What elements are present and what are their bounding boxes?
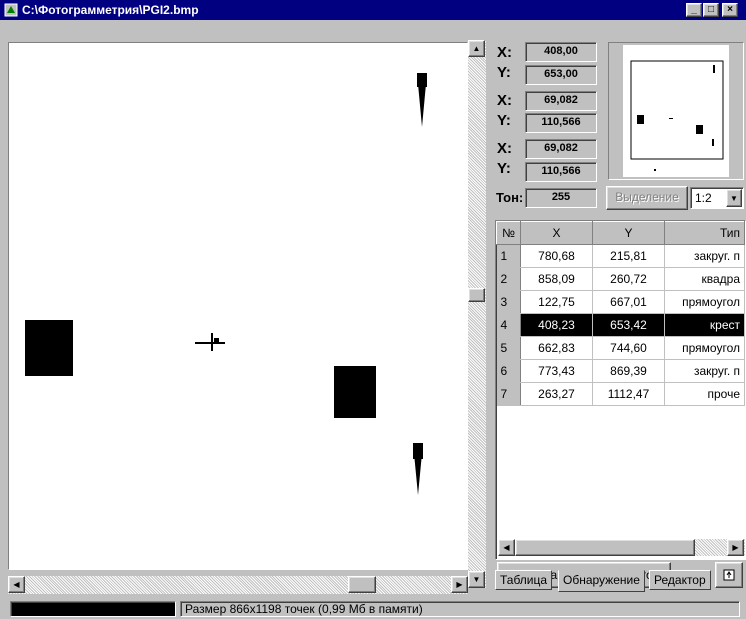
table-cell[interactable]: 408,23 [520, 313, 593, 337]
table-cell[interactable]: закруг. п [664, 244, 745, 268]
table-cell[interactable]: 653,42 [592, 313, 665, 337]
table-cell[interactable]: 667,01 [592, 290, 665, 314]
tone-value: 255 [525, 188, 597, 208]
vertical-scrollbar[interactable]: ▲ ▼ [468, 40, 486, 588]
tone-label: Тон: [496, 190, 524, 205]
table-cell[interactable]: 773,43 [520, 359, 593, 383]
table-horizontal-scrollbar[interactable]: ◀ ▶ [498, 539, 745, 556]
export-button[interactable] [715, 562, 743, 588]
coord-y-value-3: 110,566 [525, 162, 597, 182]
row-number-cell[interactable]: 7 [496, 382, 521, 406]
selection-button[interactable]: Выделение [606, 186, 688, 210]
table-row[interactable]: 7 263,27 1112,47 проче [496, 382, 745, 406]
tab-editor[interactable]: Редактор [649, 570, 711, 590]
minimize-button[interactable]: _ [686, 3, 702, 17]
table-scroll-right-button[interactable]: ▶ [727, 539, 744, 556]
coord-x-label-3: X: [497, 140, 512, 157]
zoom-value: 1:2 [695, 191, 712, 205]
export-icon [723, 569, 735, 581]
row-number-cell[interactable]: 4 [496, 313, 521, 337]
chevron-down-icon[interactable]: ▼ [726, 189, 742, 207]
progress-panel [10, 601, 176, 617]
row-number-cell[interactable]: 3 [496, 290, 521, 314]
row-number-cell[interactable]: 1 [496, 244, 521, 268]
table-row[interactable]: 2 858,09 260,72 квадра [496, 267, 745, 291]
coord-x-label-2: X: [497, 92, 512, 109]
table-cell[interactable]: 744,60 [592, 336, 665, 360]
coord-y-value-1: 653,00 [525, 65, 597, 85]
objects-table[interactable]: № X Y Тип 1 780,68 215,81 закруг. п 2 858,09 2… [495, 220, 746, 560]
column-header-type[interactable]: Тип [664, 221, 745, 245]
table-cell[interactable]: закруг. п [664, 359, 745, 383]
coord-x-value-1: 408,00 [525, 42, 597, 62]
table-cell[interactable]: 263,27 [520, 382, 593, 406]
coord-y-label-3: Y: [497, 160, 511, 177]
title-bar: C:\Фотограмметрия\PGI2.bmp _ □ × [0, 0, 746, 20]
table-cell[interactable]: 1112,47 [592, 382, 665, 406]
column-header-x[interactable]: X [520, 221, 593, 245]
table-row[interactable]: 3 122,75 667,01 прямоугол [496, 290, 745, 314]
image-content [25, 73, 427, 495]
table-cell[interactable]: 260,72 [592, 267, 665, 291]
scroll-up-button[interactable]: ▲ [468, 40, 485, 57]
coord-x-value-2: 69,082 [525, 91, 597, 111]
overview-image [609, 43, 743, 179]
table-cell[interactable]: прямоугол [664, 336, 745, 360]
table-cell[interactable]: 858,09 [520, 267, 593, 291]
overview-preview[interactable] [608, 42, 744, 180]
row-number-cell[interactable]: 6 [496, 359, 521, 383]
table-row[interactable]: 4 408,23 653,42 крест [496, 313, 745, 337]
table-cell[interactable]: проче [664, 382, 745, 406]
table-scroll-left-button[interactable]: ◀ [498, 539, 515, 556]
maximize-button[interactable]: □ [703, 3, 719, 17]
table-cell[interactable]: 869,39 [592, 359, 665, 383]
app-icon [3, 2, 19, 18]
window-title: C:\Фотограмметрия\PGI2.bmp [22, 3, 199, 17]
tab-table[interactable]: Таблица [495, 570, 553, 590]
table-cell[interactable]: 662,83 [520, 336, 593, 360]
coord-y-label-2: Y: [497, 112, 511, 129]
coord-y-label-1: Y: [497, 64, 511, 81]
column-header-number[interactable]: № [496, 221, 521, 245]
vertical-scroll-thumb[interactable] [468, 288, 485, 302]
horizontal-scrollbar[interactable]: ◀ ▶ [8, 576, 468, 594]
status-text: Размер 866x1198 точек (0,99 Мб в памяти) [180, 601, 740, 617]
row-number-cell[interactable]: 5 [496, 336, 521, 360]
scroll-right-button[interactable]: ▶ [451, 576, 468, 593]
row-number-cell[interactable]: 2 [496, 267, 521, 291]
horizontal-scroll-thumb[interactable] [348, 576, 376, 593]
table-cell[interactable]: 122,75 [520, 290, 593, 314]
table-cell[interactable]: 780,68 [520, 244, 593, 268]
scroll-left-button[interactable]: ◀ [8, 576, 25, 593]
table-scroll-thumb[interactable] [515, 539, 695, 556]
table-row[interactable]: 1 780,68 215,81 закруг. п [496, 244, 745, 268]
zoom-select[interactable]: 1:2 ▼ [690, 187, 744, 209]
image-canvas[interactable] [8, 42, 468, 570]
column-header-y[interactable]: Y [592, 221, 665, 245]
table-cell[interactable]: квадра [664, 267, 745, 291]
table-row[interactable]: 5 662,83 744,60 прямоугол [496, 336, 745, 360]
coord-y-value-2: 110,566 [525, 113, 597, 133]
table-row[interactable]: 6 773,43 869,39 закруг. п [496, 359, 745, 383]
coord-x-label-1: X: [497, 44, 512, 61]
table-cell[interactable]: прямоугол [664, 290, 745, 314]
tab-detection[interactable]: Обнаружение [558, 570, 645, 592]
table-cell[interactable]: 215,81 [592, 244, 665, 268]
coord-x-value-3: 69,082 [525, 139, 597, 159]
table-cell[interactable]: крест [664, 313, 745, 337]
close-button[interactable]: × [722, 3, 738, 17]
scroll-down-button[interactable]: ▼ [468, 571, 485, 588]
